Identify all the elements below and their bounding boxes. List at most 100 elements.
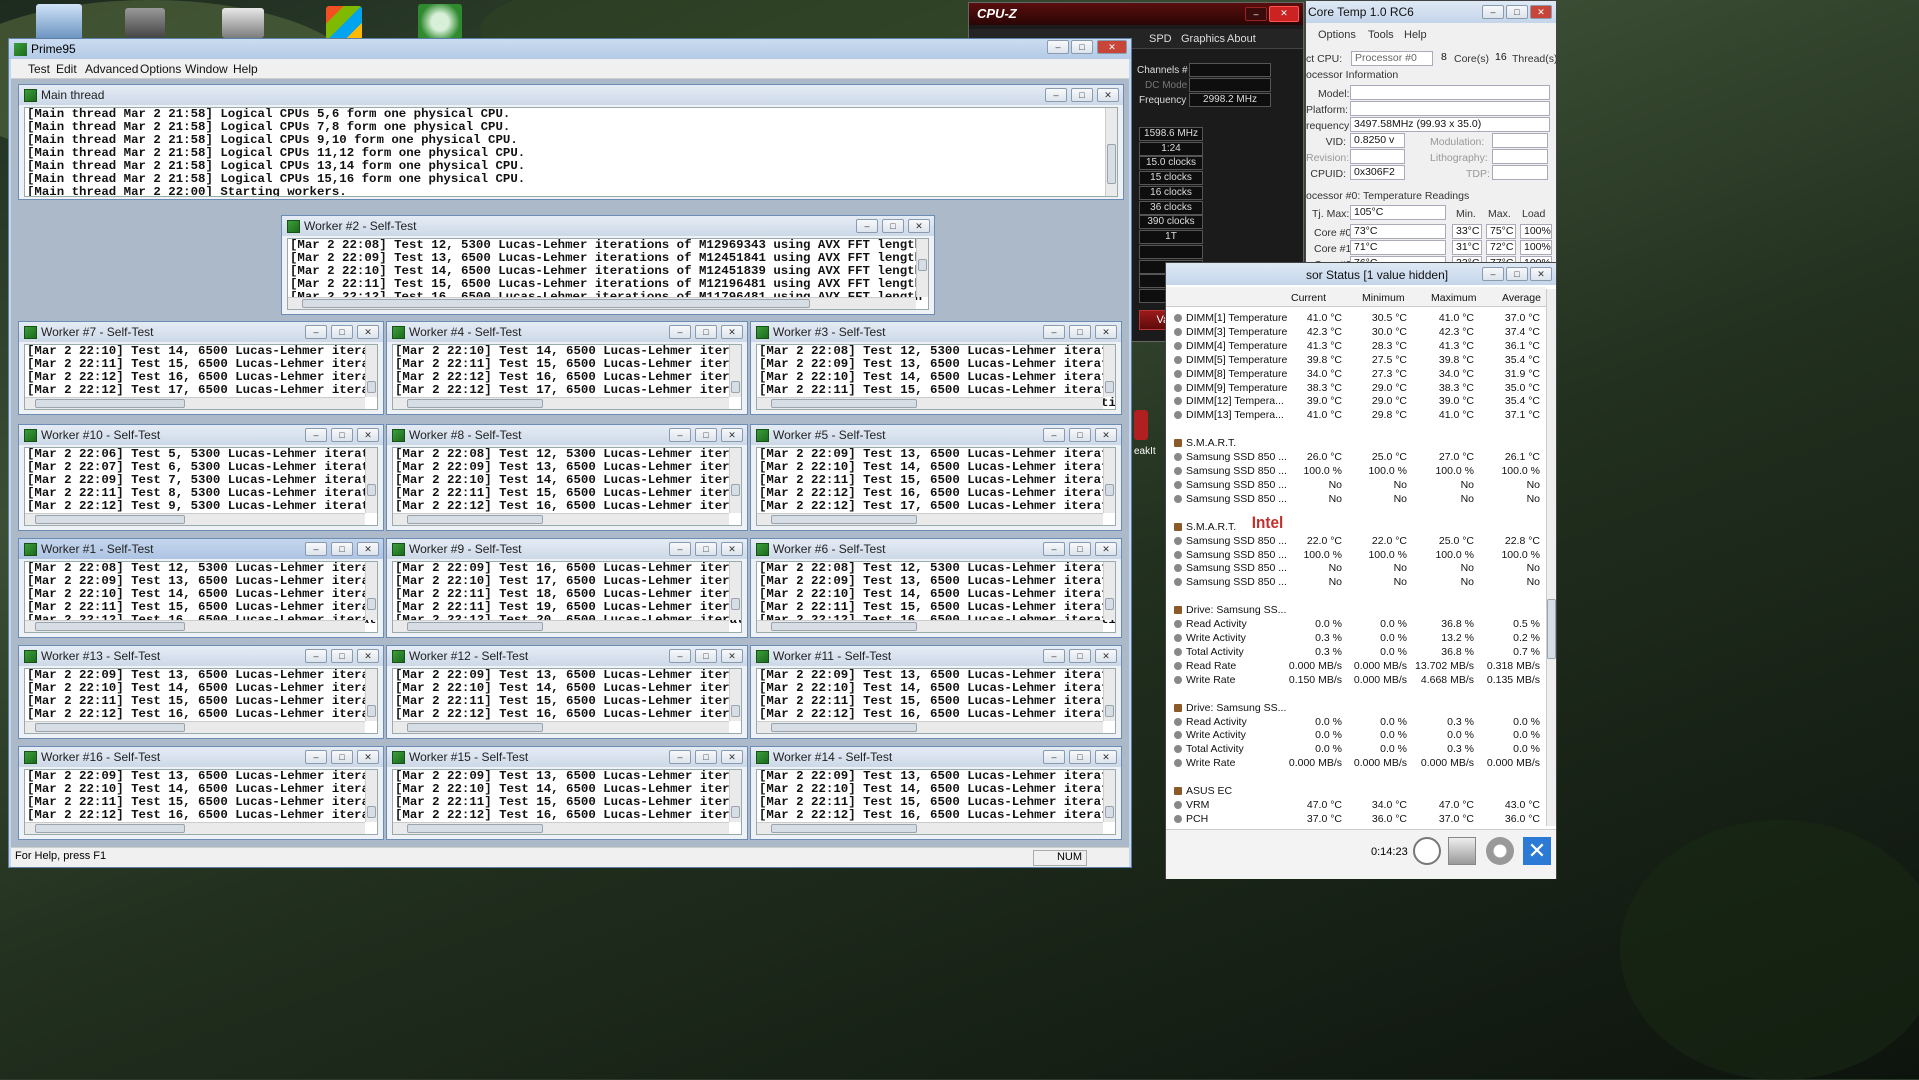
worker-16-window-minimize-button[interactable]: –	[305, 750, 327, 764]
sensor-row[interactable]: Samsung SSD 850 ... 100.0 % 100.0 % 100.0 %…	[1172, 464, 1552, 478]
worker-7-window[interactable]: Worker #7 - Self-Test – □ ✕ [Mar 2 22:10] Te…	[18, 321, 384, 415]
menu-options[interactable]: Options	[140, 62, 181, 76]
worker-11-window-minimize-button[interactable]: –	[1043, 649, 1065, 663]
sensor-row[interactable]: Write Rate 0.150 MB/s 0.000 MB/s 4.668 MB/s…	[1172, 673, 1552, 687]
sensor-row[interactable]: Total Activity 0.3 % 0.0 % 36.8 % 0.7 %	[1172, 645, 1552, 659]
coretemp-minimize-button[interactable]: –	[1482, 5, 1504, 19]
worker-12-window-maximize-button[interactable]: □	[695, 649, 717, 663]
cpuz-close-button[interactable]: ✕	[1269, 6, 1299, 22]
worker-14-window-titlebar[interactable]: Worker #14 - Self-Test – □ ✕	[751, 747, 1121, 767]
worker-15-window-close-button[interactable]: ✕	[721, 750, 743, 764]
sensor-row[interactable]: Samsung SSD 850 ... No No No No	[1172, 575, 1552, 589]
worker-11-window-titlebar[interactable]: Worker #11 - Self-Test – □ ✕	[751, 646, 1121, 666]
worker-8-window-minimize-button[interactable]: –	[669, 428, 691, 442]
tab-about[interactable]: About	[1227, 33, 1256, 45]
sensor-row[interactable]: Samsung SSD 850 ... 22.0 °C 22.0 °C 25.0 °C…	[1172, 534, 1552, 548]
worker-10-window[interactable]: Worker #10 - Self-Test – □ ✕ [Mar 2 22:06] T…	[18, 424, 384, 531]
worker-5-window-maximize-button[interactable]: □	[1069, 428, 1091, 442]
worker-2-window-maximize-button[interactable]: □	[882, 219, 904, 233]
menu-edit[interactable]: Edit	[56, 62, 77, 76]
sensor-row[interactable]: Write Activity 0.0 % 0.0 % 0.0 % 0.0 %	[1172, 728, 1552, 742]
worker-5-window-titlebar[interactable]: Worker #5 - Self-Test – □ ✕	[751, 425, 1121, 445]
prime95-close-button[interactable]: ✕	[1097, 40, 1127, 54]
worker-16-window-close-button[interactable]: ✕	[357, 750, 379, 764]
network-arrows-icon[interactable]	[418, 4, 462, 40]
horizontal-scrollbar[interactable]	[757, 822, 1103, 834]
hwinfo-window[interactable]: sor Status [1 value hidden] – □ ✕ Curren…	[1165, 262, 1557, 879]
horizontal-scrollbar[interactable]	[393, 513, 729, 525]
worker-15-window-titlebar[interactable]: Worker #15 - Self-Test – □ ✕	[387, 747, 747, 767]
horizontal-scrollbar[interactable]	[757, 721, 1103, 733]
horizontal-scrollbar[interactable]	[757, 620, 1103, 632]
worker-6-window-maximize-button[interactable]: □	[1069, 542, 1091, 556]
horizontal-scrollbar[interactable]	[393, 822, 729, 834]
sensor-row[interactable]: Samsung SSD 850 ... No No No No	[1172, 561, 1552, 575]
hwinfo-maximize-button[interactable]: □	[1506, 267, 1528, 281]
settings-icon[interactable]	[1486, 837, 1514, 865]
sensor-row[interactable]: DIMM[9] Temperature 38.3 °C 29.0 °C 38.3 °C…	[1172, 381, 1552, 395]
vertical-scrollbar[interactable]	[365, 562, 377, 620]
sensor-row[interactable]: DIMM[8] Temperature 34.0 °C 27.3 °C 34.0 °C…	[1172, 367, 1552, 381]
worker-11-window-close-button[interactable]: ✕	[1095, 649, 1117, 663]
sensor-row[interactable]: Read Rate 0.000 MB/s 0.000 MB/s 13.702 MB/s…	[1172, 659, 1552, 673]
worker-6-window-close-button[interactable]: ✕	[1095, 542, 1117, 556]
horizontal-scrollbar[interactable]	[288, 297, 916, 309]
worker-2-window-close-button[interactable]: ✕	[908, 219, 930, 233]
worker-9-window-close-button[interactable]: ✕	[721, 542, 743, 556]
close-icon[interactable]: ✕	[1523, 837, 1551, 865]
vertical-scrollbar[interactable]	[365, 448, 377, 513]
worker-15-window[interactable]: Worker #15 - Self-Test – □ ✕ [Mar 2 22:09] T…	[386, 746, 748, 840]
worker-11-window[interactable]: Worker #11 - Self-Test – □ ✕ [Mar 2 22:09] T…	[750, 645, 1122, 739]
worker-8-window-close-button[interactable]: ✕	[721, 428, 743, 442]
sensor-row[interactable]: Write Activity 0.3 % 0.0 % 13.2 % 0.2 %	[1172, 631, 1552, 645]
prime95-minimize-button[interactable]: –	[1047, 40, 1069, 54]
vertical-scrollbar[interactable]	[1103, 345, 1115, 397]
vertical-scrollbar[interactable]	[1105, 108, 1117, 196]
worker-4-window[interactable]: Worker #4 - Self-Test – □ ✕ [Mar 2 22:10] Te…	[386, 321, 748, 415]
vertical-scrollbar[interactable]	[1103, 669, 1115, 721]
worker-1-window-minimize-button[interactable]: –	[305, 542, 327, 556]
col-minimum[interactable]: Minimum	[1362, 292, 1405, 304]
prime95-maximize-button[interactable]: □	[1071, 40, 1093, 54]
menu-advanced[interactable]: Advanced	[85, 62, 138, 76]
vertical-scrollbar[interactable]	[729, 770, 741, 822]
worker-4-window-titlebar[interactable]: Worker #4 - Self-Test – □ ✕	[387, 322, 747, 342]
worker-5-window[interactable]: Worker #5 - Self-Test – □ ✕ [Mar 2 22:09] Te…	[750, 424, 1122, 531]
menu-window[interactable]: Window	[185, 62, 228, 76]
worker-10-window-minimize-button[interactable]: –	[305, 428, 327, 442]
windows-icon[interactable]	[326, 6, 362, 40]
worker-1-window-maximize-button[interactable]: □	[331, 542, 353, 556]
worker-5-window-close-button[interactable]: ✕	[1095, 428, 1117, 442]
worker-2-window[interactable]: Worker #2 - Self-Test – □ ✕ [Mar 2 22:08] Te…	[281, 215, 935, 315]
sensor-row[interactable]: Samsung SSD 850 ... 100.0 % 100.0 % 100.0 %…	[1172, 548, 1552, 562]
sensor-group-header[interactable]: S.M.A.R.T.	[1172, 436, 1552, 450]
sensor-row[interactable]: DIMM[5] Temperature 39.8 °C 27.5 °C 39.8 °C…	[1172, 353, 1552, 367]
worker-1-window-close-button[interactable]: ✕	[357, 542, 379, 556]
worker-12-window[interactable]: Worker #12 - Self-Test – □ ✕ [Mar 2 22:09] T…	[386, 645, 748, 739]
hwinfo-scrollbar[interactable]	[1546, 289, 1556, 826]
worker-13-window-maximize-button[interactable]: □	[331, 649, 353, 663]
vertical-scrollbar[interactable]	[729, 562, 741, 620]
worker-12-window-close-button[interactable]: ✕	[721, 649, 743, 663]
hwinfo-minimize-button[interactable]: –	[1482, 267, 1504, 281]
folder-icon[interactable]	[222, 8, 264, 38]
worker-13-window-minimize-button[interactable]: –	[305, 649, 327, 663]
red-desktop-icon[interactable]	[1134, 410, 1148, 440]
worker-10-window-titlebar[interactable]: Worker #10 - Self-Test – □ ✕	[19, 425, 383, 445]
tab-graphics[interactable]: Graphics	[1181, 33, 1225, 45]
worker-10-window-maximize-button[interactable]: □	[331, 428, 353, 442]
horizontal-scrollbar[interactable]	[25, 397, 365, 409]
menu-test[interactable]: Test	[28, 62, 50, 76]
horizontal-scrollbar[interactable]	[393, 620, 729, 632]
worker-8-window-maximize-button[interactable]: □	[695, 428, 717, 442]
worker-4-window-minimize-button[interactable]: –	[669, 325, 691, 339]
sensor-group-header[interactable]: ASUS EC	[1172, 784, 1552, 798]
sensor-row[interactable]: Samsung SSD 850 ... No No No No	[1172, 492, 1552, 506]
worker-9-window[interactable]: Worker #9 - Self-Test – □ ✕ [Mar 2 22:09] Te…	[386, 538, 748, 638]
hwinfo-close-button[interactable]: ✕	[1530, 267, 1552, 281]
worker-14-window-minimize-button[interactable]: –	[1043, 750, 1065, 764]
worker-6-window-titlebar[interactable]: Worker #6 - Self-Test – □ ✕	[751, 539, 1121, 559]
report-icon[interactable]	[1448, 837, 1476, 865]
horizontal-scrollbar[interactable]	[25, 513, 365, 525]
worker-13-window-close-button[interactable]: ✕	[357, 649, 379, 663]
